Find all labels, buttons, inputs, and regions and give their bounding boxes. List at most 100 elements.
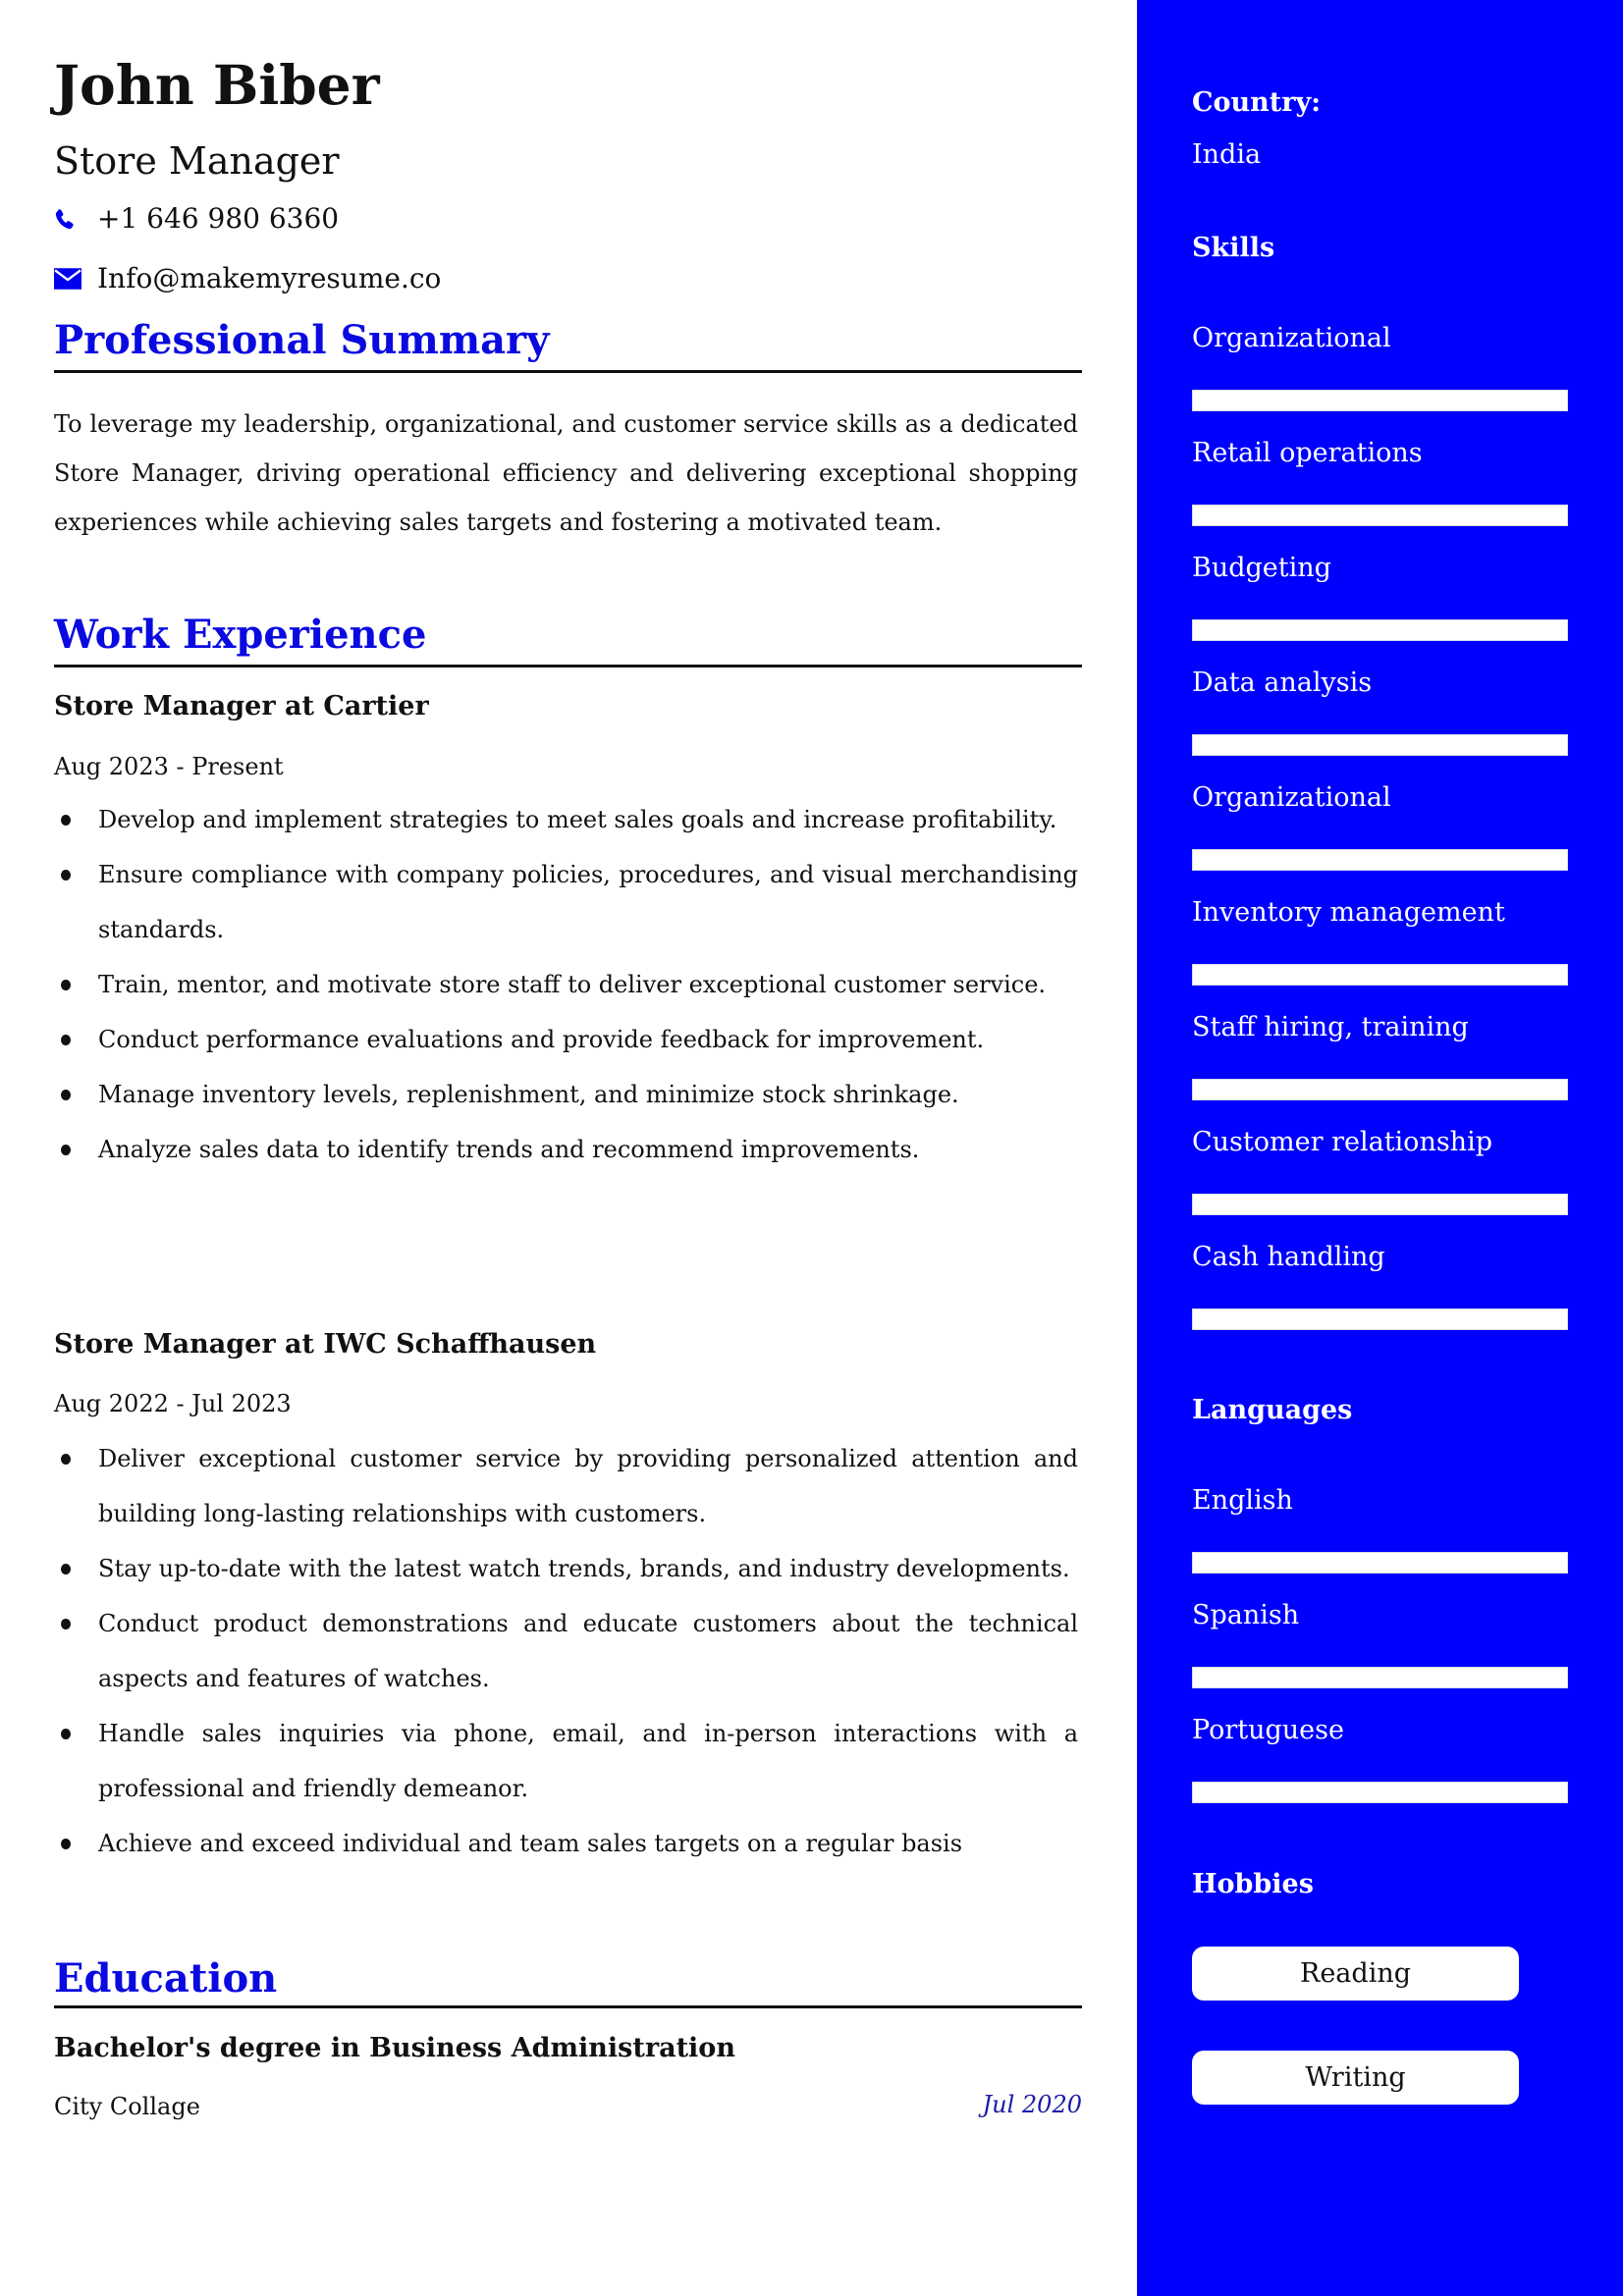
job-title-headline: Store Manager <box>54 139 340 183</box>
country-value: India <box>1192 139 1262 170</box>
skill-level-bar <box>1192 390 1568 411</box>
bullet-dot <box>61 815 71 826</box>
section-divider <box>54 665 1082 667</box>
bullet-dot <box>61 1090 71 1100</box>
bullet-text: Analyze sales data to identify trends an… <box>98 1136 920 1163</box>
bullet-dot <box>61 980 71 990</box>
language-level-bar <box>1192 1667 1568 1688</box>
bullet-text: Conduct product demonstrations and educa… <box>98 1610 1078 1692</box>
bullet-text: Stay up-to-date with the latest watch tr… <box>98 1555 1070 1582</box>
bullet-item: Deliver exceptional customer service by … <box>54 1431 1078 1541</box>
language-label: Spanish <box>1192 1600 1300 1630</box>
skill-label: Retail operations <box>1192 438 1423 468</box>
summary-text: To leverage my leadership, organizationa… <box>54 410 1078 536</box>
skill-label: Staff hiring, training <box>1192 1012 1469 1042</box>
bullet-dot <box>61 1564 71 1575</box>
skills-heading: Skills <box>1192 233 1275 263</box>
bullet-item: Handle sales inquiries via phone, email,… <box>54 1706 1078 1816</box>
bullet-dot <box>61 1145 71 1155</box>
skill-level-bar <box>1192 734 1568 756</box>
language-level-fill <box>1193 1668 1567 1687</box>
candidate-name: John Biber <box>54 53 380 117</box>
bullet-text: Manage inventory levels, replenishment, … <box>98 1081 959 1108</box>
phone-number: +1 646 980 6360 <box>97 202 340 235</box>
skill-level-fill <box>1193 506 1567 525</box>
bullet-dot <box>61 1619 71 1629</box>
bullet-text: Ensure compliance with company policies,… <box>98 861 1078 943</box>
language-label: Portuguese <box>1192 1715 1344 1745</box>
skill-level-fill <box>1193 1080 1567 1099</box>
skill-level-fill <box>1193 965 1567 985</box>
phone-icon <box>54 207 76 231</box>
bullet-dot <box>61 1454 71 1465</box>
contact-phone: +1 646 980 6360 <box>54 202 339 236</box>
hobbies-heading: Hobbies <box>1192 1869 1314 1899</box>
email-address[interactable]: Info@makemyresume.co <box>97 262 441 295</box>
language-level-bar <box>1192 1782 1568 1803</box>
bullet-item: Ensure compliance with company policies,… <box>54 847 1078 957</box>
country-label: Country: <box>1192 87 1322 118</box>
skill-level-bar <box>1192 505 1568 526</box>
skill-level-fill <box>1193 620 1567 640</box>
bullet-item: Conduct product demonstrations and educa… <box>54 1596 1078 1706</box>
envelope-icon <box>54 267 81 291</box>
skill-level-bar <box>1192 964 1568 986</box>
skill-label: Organizational <box>1192 782 1391 813</box>
language-level-fill <box>1193 1783 1567 1802</box>
bullet-item: Stay up-to-date with the latest watch tr… <box>54 1541 1078 1596</box>
school-name: City Collage <box>54 2093 200 2120</box>
bullet-item: Manage inventory levels, replenishment, … <box>54 1067 1078 1122</box>
skill-level-fill <box>1193 1195 1567 1214</box>
section-title-summary: Professional Summary <box>54 317 550 363</box>
skill-level-bar <box>1192 619 1568 641</box>
skill-level-bar <box>1192 849 1568 871</box>
bullet-item: Achieve and exceed individual and team s… <box>54 1816 1078 1871</box>
skill-label: Cash handling <box>1192 1242 1385 1272</box>
job-bullets: Deliver exceptional customer service by … <box>54 1431 1078 1871</box>
section-title-experience: Work Experience <box>54 612 427 658</box>
bullet-item: Conduct performance evaluations and prov… <box>54 1012 1078 1067</box>
language-level-fill <box>1193 1553 1567 1573</box>
languages-heading: Languages <box>1192 1395 1353 1425</box>
bullet-item: Develop and implement strategies to meet… <box>54 792 1078 847</box>
skill-label: Organizational <box>1192 323 1391 353</box>
degree-title: Bachelor's degree in Business Administra… <box>54 2033 735 2063</box>
bullet-item: Train, mentor, and motivate store staff … <box>54 957 1078 1012</box>
bullet-dot <box>61 870 71 881</box>
bullet-item: Analyze sales data to identify trends an… <box>54 1122 1078 1177</box>
job-title: Store Manager at Cartier <box>54 691 429 721</box>
bullet-text: Train, mentor, and motivate store staff … <box>98 971 1047 998</box>
contact-email: Info@makemyresume.co <box>54 262 441 295</box>
hobby-tag: Writing <box>1192 2051 1519 2105</box>
job-dates: Aug 2023 - Present <box>54 753 284 780</box>
skill-level-bar <box>1192 1194 1568 1215</box>
bullet-text: Deliver exceptional customer service by … <box>98 1445 1078 1527</box>
skill-level-bar <box>1192 1308 1568 1330</box>
job-title: Store Manager at IWC Schaffhausen <box>54 1329 597 1360</box>
section-divider <box>54 370 1082 373</box>
job-dates: Aug 2022 - Jul 2023 <box>54 1390 292 1417</box>
skill-level-fill <box>1193 735 1567 755</box>
skill-level-fill <box>1193 1309 1567 1329</box>
skill-label: Data analysis <box>1192 667 1373 698</box>
skill-label: Inventory management <box>1192 897 1505 928</box>
graduation-date: Jul 2020 <box>982 2091 1082 2118</box>
bullet-dot <box>61 1729 71 1739</box>
language-level-bar <box>1192 1552 1568 1574</box>
sidebar: Country: India Skills Organizational Reta… <box>1137 0 1623 2296</box>
skill-level-fill <box>1193 850 1567 870</box>
bullet-text: Conduct performance evaluations and prov… <box>98 1026 985 1053</box>
job-bullets: Develop and implement strategies to meet… <box>54 792 1078 1177</box>
bullet-text: Develop and implement strategies to meet… <box>98 806 1057 833</box>
skill-label: Budgeting <box>1192 553 1331 583</box>
section-divider <box>54 2005 1082 2008</box>
skill-level-bar <box>1192 1079 1568 1100</box>
bullet-text: Handle sales inquiries via phone, email,… <box>98 1720 1078 1802</box>
section-title-education: Education <box>54 1955 278 2002</box>
skill-label: Customer relationship <box>1192 1127 1492 1157</box>
language-label: English <box>1192 1485 1293 1516</box>
bullet-dot <box>61 1035 71 1045</box>
skill-level-fill <box>1193 391 1567 410</box>
bullet-dot <box>61 1839 71 1849</box>
hobby-tag: Reading <box>1192 1947 1519 2001</box>
